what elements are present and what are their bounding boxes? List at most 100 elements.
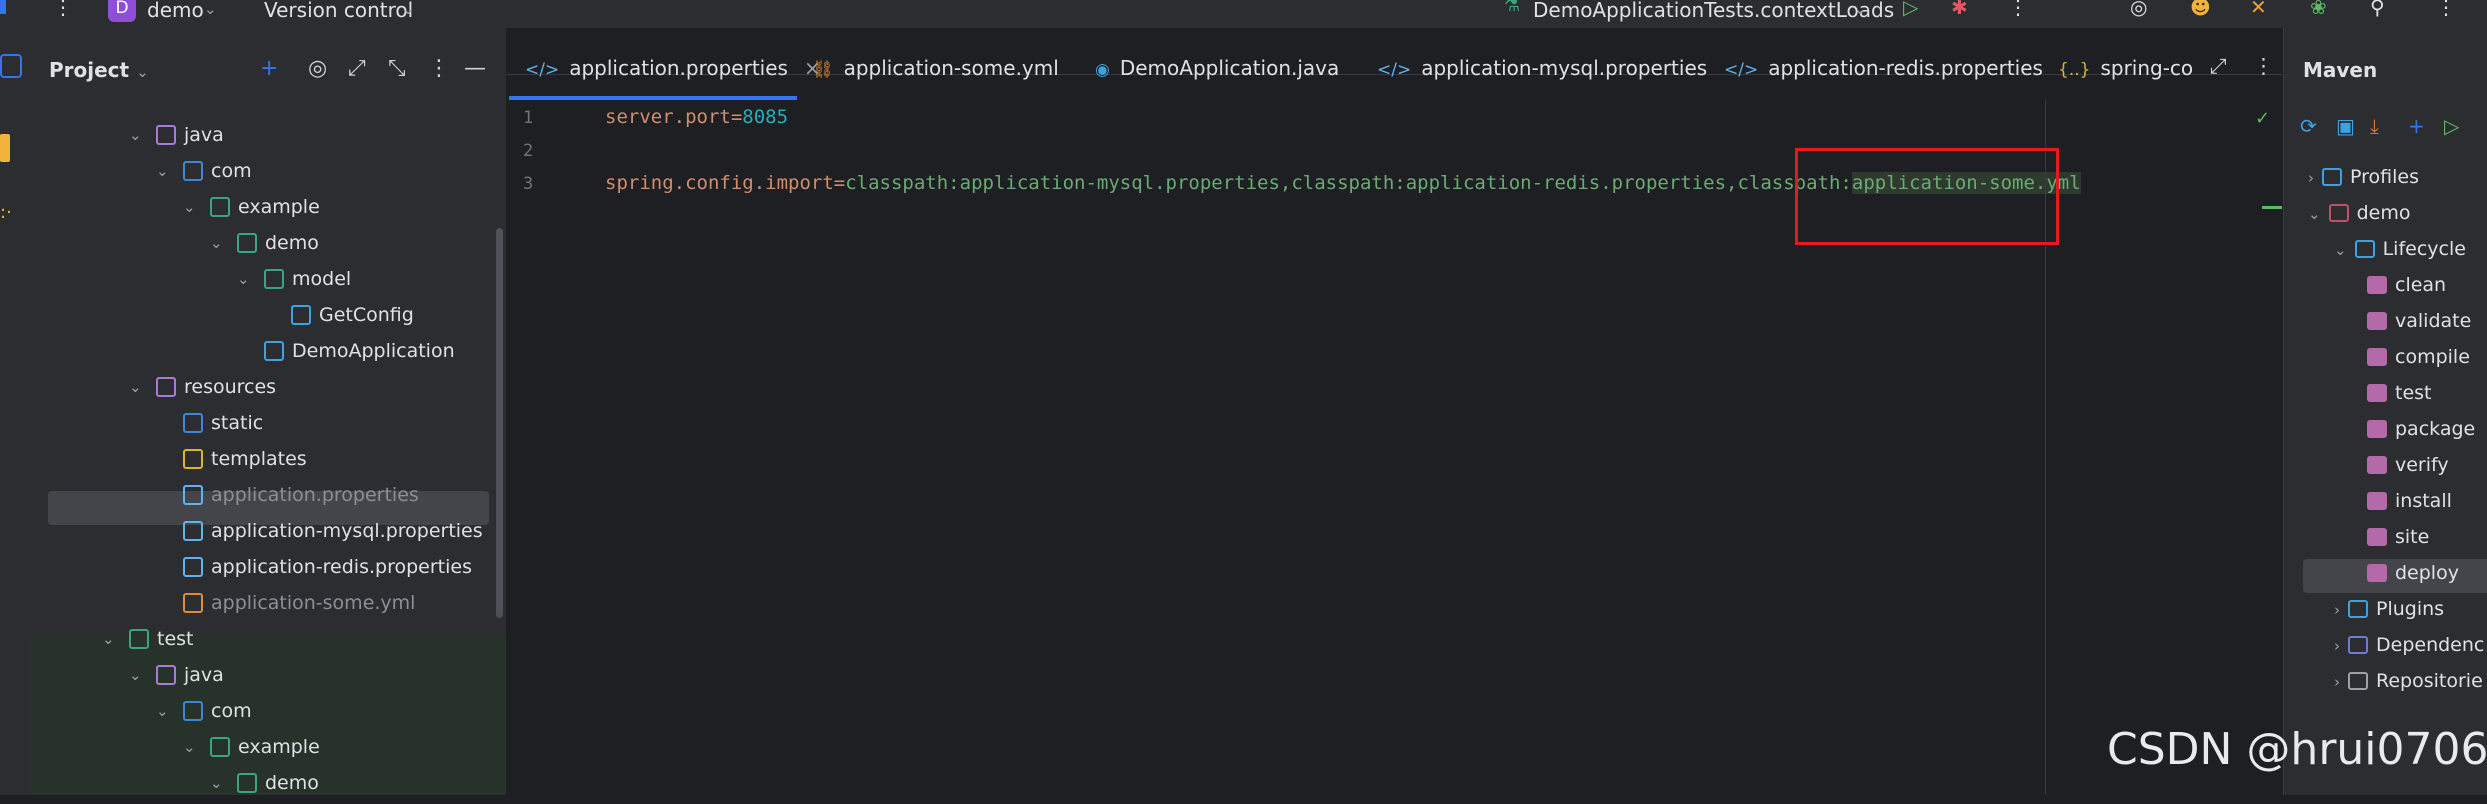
- tree-item[interactable]: templates: [30, 444, 506, 480]
- maven-goal-verify[interactable]: verify: [2367, 454, 2449, 476]
- tree-item[interactable]: ⌄ com: [30, 156, 506, 192]
- tree-item[interactable]: ⌄ example: [30, 732, 506, 768]
- maven-goal-icon: [2367, 528, 2387, 546]
- chevron-down-icon[interactable]: ⌄: [1854, 0, 1867, 18]
- chevron-down-icon[interactable]: ⌄: [237, 270, 250, 288]
- options-icon[interactable]: ⋮: [428, 56, 450, 81]
- add-icon[interactable]: +: [260, 56, 278, 81]
- tree-item[interactable]: application.properties: [30, 480, 506, 516]
- editor-tab[interactable]: </> application-mysql.properties: [1377, 56, 1707, 80]
- tree-item[interactable]: ⌄ demo: [30, 228, 506, 264]
- editor-tab[interactable]: </> application.properties ×: [525, 56, 821, 80]
- project-name[interactable]: demo: [147, 0, 204, 22]
- chevron-down-icon[interactable]: ⌄: [129, 126, 142, 144]
- vcs-widget[interactable]: Version control: [264, 0, 413, 22]
- download-icon[interactable]: ⤓: [2370, 114, 2379, 138]
- editor-tab[interactable]: </> application-redis.properties: [1724, 56, 2043, 80]
- chevron-right-icon[interactable]: ›: [2334, 601, 2340, 619]
- maven-dependencies[interactable]: › Dependenc: [2334, 634, 2484, 656]
- plugin-icon[interactable]: ❀: [2310, 0, 2327, 17]
- run-config-selector[interactable]: DemoApplicationTests.contextLoads: [1533, 0, 1894, 22]
- maven-goal-validate[interactable]: validate: [2367, 310, 2471, 332]
- tree-item[interactable]: ⌄ model: [30, 264, 506, 300]
- tree-item[interactable]: ⌄ demo: [30, 768, 506, 804]
- run-icon[interactable]: ▷: [1903, 0, 1918, 17]
- settings-menu-icon[interactable]: ⋮: [2436, 0, 2456, 17]
- project-badge[interactable]: D: [108, 0, 136, 22]
- chevron-down-icon[interactable]: ⌄: [2308, 205, 2321, 223]
- tree-item[interactable]: ⌄ resources: [30, 372, 506, 408]
- debug-icon[interactable]: ✱: [1951, 0, 1968, 17]
- structure-tool-icon[interactable]: [0, 134, 10, 162]
- maven-goal-install[interactable]: install: [2367, 490, 2452, 512]
- maven-goal-deploy[interactable]: deploy: [2367, 562, 2459, 584]
- chevron-down-icon[interactable]: ⌄: [129, 666, 142, 684]
- tree-item[interactable]: application-mysql.properties: [30, 516, 506, 552]
- tree-item[interactable]: ⌄ java: [30, 120, 506, 156]
- inspection-ok-icon[interactable]: ✓: [2255, 108, 2270, 129]
- tree-item[interactable]: static: [30, 408, 506, 444]
- chevron-down-icon[interactable]: ⌄: [129, 378, 142, 396]
- tree-item[interactable]: application-redis.properties: [30, 552, 506, 588]
- ai-assistant-icon[interactable]: ◎: [2130, 0, 2147, 17]
- expand-all-icon[interactable]: ⤢: [348, 56, 366, 81]
- more-actions-icon[interactable]: ⋮: [2008, 0, 2028, 17]
- tree-item-label: application-redis.properties: [211, 556, 472, 578]
- file-type-icon: </>: [1724, 60, 1759, 80]
- chevron-right-icon[interactable]: ›: [2308, 169, 2314, 187]
- maximize-editor-icon[interactable]: ⤢: [2210, 54, 2227, 79]
- maven-profiles[interactable]: › Profiles: [2308, 166, 2419, 188]
- hide-icon[interactable]: —: [464, 56, 486, 81]
- test-source-folder-icon: [156, 665, 176, 685]
- tree-item[interactable]: ⌄ test: [30, 624, 506, 660]
- editor-tab[interactable]: ⛓ application-some.yml: [812, 56, 1059, 80]
- chevron-right-icon[interactable]: ›: [2334, 673, 2340, 691]
- chevron-down-icon[interactable]: ⌄: [156, 162, 169, 180]
- maven-goal-clean[interactable]: clean: [2367, 274, 2446, 296]
- chevron-down-icon[interactable]: ⌄: [102, 630, 115, 648]
- maven-project[interactable]: ⌄ demo: [2308, 202, 2410, 224]
- chevron-down-icon[interactable]: ⌄: [156, 702, 169, 720]
- watermark: CSDN @hrui0706: [2107, 724, 2487, 775]
- maven-goal-package[interactable]: package: [2367, 418, 2475, 440]
- more-tools-icon[interactable]: :·: [0, 202, 12, 223]
- chevron-down-icon[interactable]: ⌄: [183, 738, 196, 756]
- tab-options-icon[interactable]: ⋮: [2253, 54, 2274, 78]
- chevron-down-icon[interactable]: ⌄: [204, 0, 217, 18]
- chevron-down-icon[interactable]: ⌄: [183, 198, 196, 216]
- chevron-down-icon[interactable]: ⌄: [210, 774, 223, 792]
- tools-icon[interactable]: ✕: [2250, 0, 2267, 17]
- tree-item[interactable]: ⌄ java: [30, 660, 506, 696]
- reload-folder-icon[interactable]: ▣: [2336, 114, 2355, 138]
- tree-item[interactable]: DemoApplication: [30, 336, 506, 372]
- main-menu-icon[interactable]: ⋮: [53, 0, 73, 17]
- chevron-down-icon[interactable]: ⌄: [2334, 241, 2347, 259]
- editor-tab[interactable]: ◉ DemoApplication.java: [1095, 56, 1339, 80]
- tree-item[interactable]: ⌄ example: [30, 192, 506, 228]
- run-goal-icon[interactable]: ▷: [2444, 114, 2459, 138]
- code-line-1[interactable]: server.port=8085: [605, 106, 788, 128]
- project-panel-title[interactable]: Project ⌄: [49, 58, 149, 82]
- maven-goal-compile[interactable]: compile: [2367, 346, 2470, 368]
- project-scrollbar[interactable]: [496, 228, 503, 618]
- reload-icon[interactable]: ⟳: [2300, 114, 2317, 138]
- maven-plugins[interactable]: › Plugins: [2334, 598, 2444, 620]
- locate-icon[interactable]: ◎: [308, 56, 327, 81]
- maven-goal-site[interactable]: site: [2367, 526, 2429, 548]
- project-tool-icon[interactable]: [0, 54, 22, 78]
- maven-lifecycle[interactable]: ⌄ Lifecycle: [2334, 238, 2466, 260]
- tree-item[interactable]: application-some.yml: [30, 588, 506, 624]
- chevron-right-icon[interactable]: ›: [2334, 637, 2340, 655]
- tree-item[interactable]: ⌄ com: [30, 696, 506, 732]
- collapse-all-icon[interactable]: ⤡: [388, 56, 406, 81]
- editor-tab[interactable]: {..} spring-co: [2058, 56, 2193, 80]
- chevron-down-icon[interactable]: ⌄: [402, 0, 415, 18]
- tree-item[interactable]: GetConfig: [30, 300, 506, 336]
- search-icon[interactable]: ⚲: [2370, 0, 2385, 17]
- chevron-down-icon[interactable]: ⌄: [210, 234, 223, 252]
- add-maven-project-icon[interactable]: +: [2408, 114, 2425, 138]
- maven-repositories[interactable]: › Repositorie: [2334, 670, 2483, 692]
- maven-goal-test[interactable]: test: [2367, 382, 2432, 404]
- code-with-me-icon[interactable]: ☻: [2190, 0, 2211, 17]
- maven-panel-title[interactable]: Maven: [2303, 58, 2377, 82]
